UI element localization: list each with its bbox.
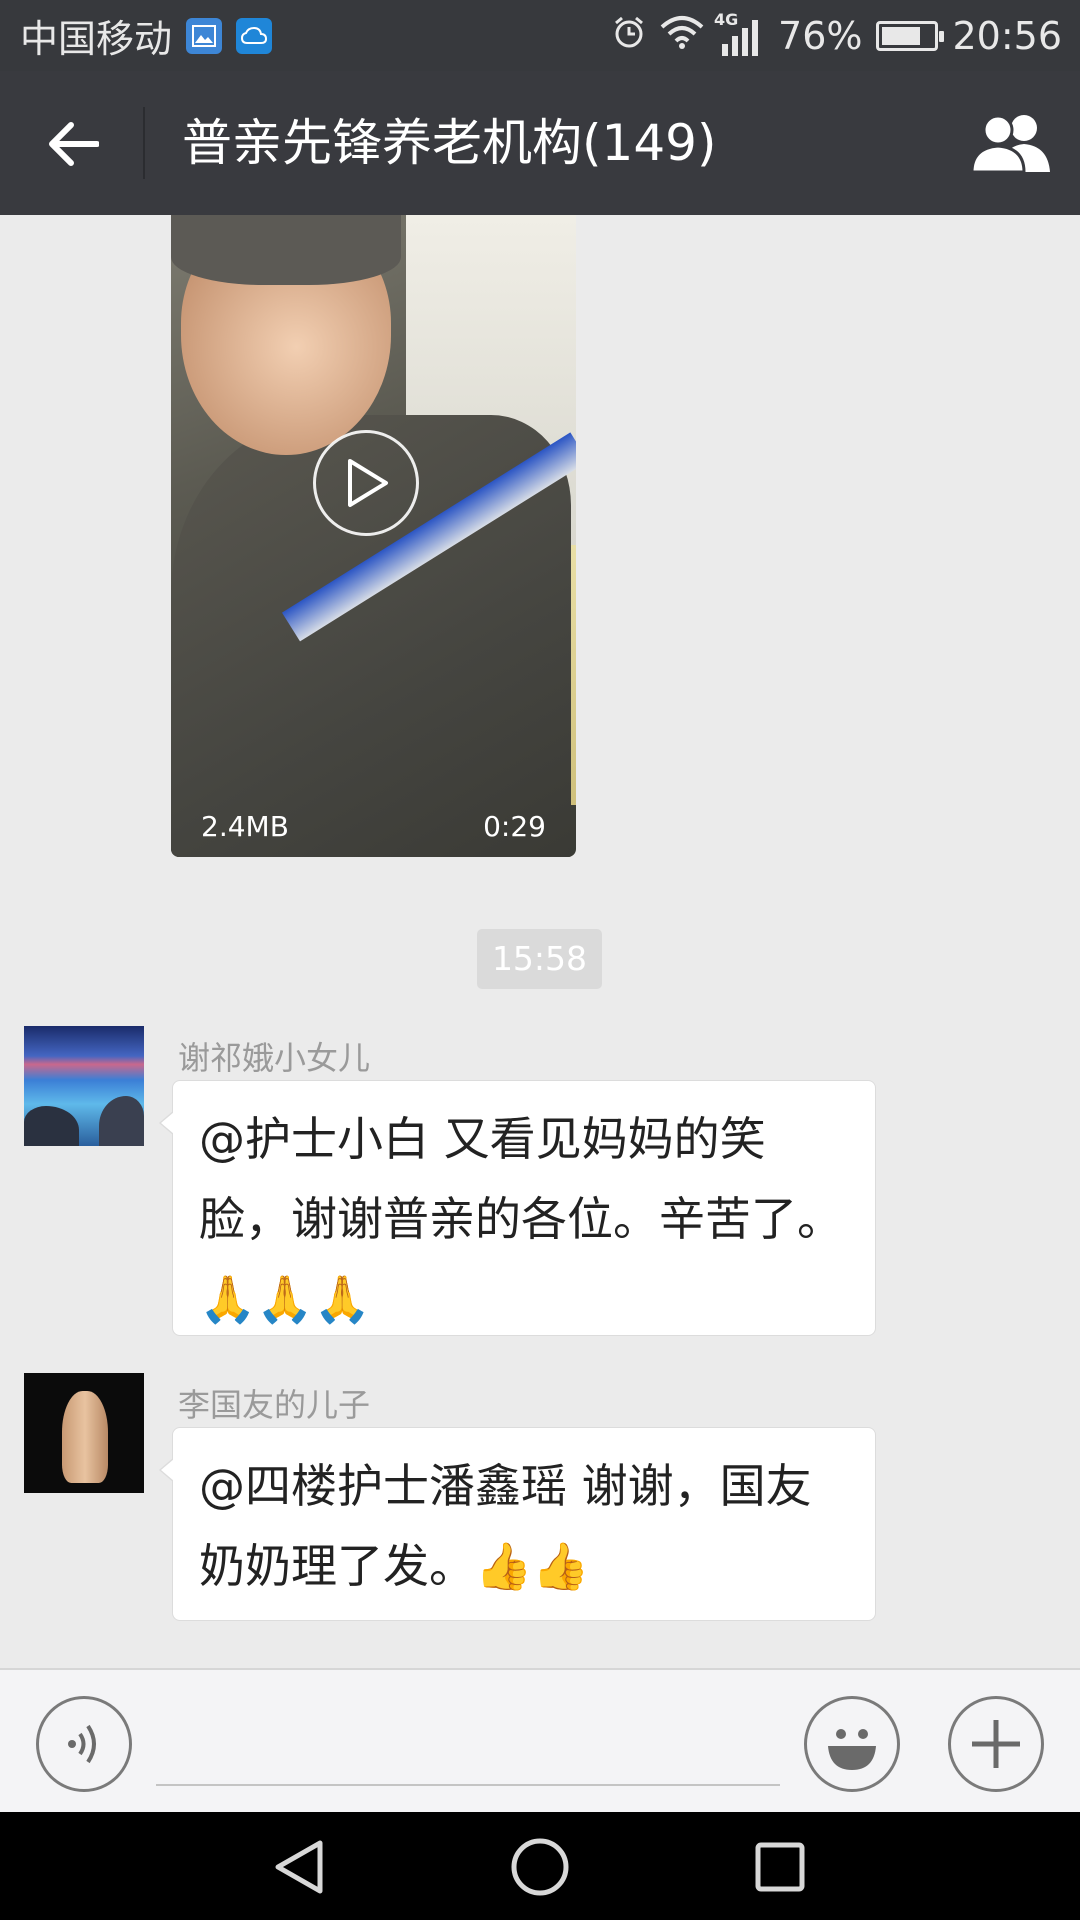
more-button[interactable] — [948, 1696, 1044, 1792]
square-recents-icon — [755, 1842, 805, 1892]
emoji-icon — [828, 1729, 876, 1770]
avatar[interactable] — [24, 1373, 144, 1493]
video-message[interactable]: 2.4MB 0:29 — [171, 215, 576, 857]
input-bar — [0, 1668, 1080, 1812]
voice-button[interactable] — [36, 1696, 132, 1792]
wifi-icon — [660, 14, 704, 58]
battery-icon — [876, 20, 945, 51]
status-bar: 中国移动 4G 76% 20:56 — [0, 0, 1080, 71]
nav-home-button[interactable] — [505, 1832, 575, 1902]
alarm-icon — [612, 14, 646, 58]
avatar-rock — [99, 1096, 144, 1146]
gallery-notification-icon — [186, 17, 223, 54]
battery-level — [882, 26, 921, 45]
sender-name: 李国友的儿子 — [178, 1386, 371, 1424]
play-button[interactable] — [313, 430, 419, 536]
circle-home-icon — [511, 1838, 569, 1896]
status-left: 中国移动 — [20, 0, 273, 71]
message-bubble[interactable]: @四楼护士潘鑫瑶 谢谢，国友奶奶理了发。👍👍 — [159, 1427, 876, 1621]
message-input[interactable] — [156, 1710, 780, 1786]
message-text: @四楼护士潘鑫瑶 谢谢，国友奶奶理了发。👍👍 — [199, 1459, 812, 1593]
arrow-left-icon — [49, 122, 99, 166]
carrier-name: 中国移动 — [20, 17, 173, 61]
video-thumbnail-hair — [171, 215, 401, 285]
avatar-rock — [24, 1106, 79, 1146]
nav-back-button[interactable] — [265, 1832, 335, 1902]
group-info-button[interactable] — [966, 101, 1056, 185]
nav-recents-button[interactable] — [745, 1832, 815, 1902]
message-timestamp: 15:58 — [477, 929, 602, 989]
avatar-praying-hands — [62, 1391, 108, 1483]
sender-name: 谢祁娥小女儿 — [178, 1039, 371, 1077]
avatar[interactable] — [24, 1026, 144, 1146]
signal-icon: 4G — [714, 10, 764, 58]
message-bubble[interactable]: @护士小白 又看见妈妈的笑脸，谢谢普亲的各位。辛苦了。🙏🙏🙏 — [159, 1080, 876, 1336]
back-button[interactable] — [28, 99, 118, 189]
message-text: @护士小白 又看见妈妈的笑脸，谢谢普亲的各位。辛苦了。🙏🙏🙏 — [199, 1112, 843, 1326]
cloud-notification-icon — [236, 17, 273, 54]
triangle-back-icon — [275, 1840, 323, 1894]
title-divider — [143, 107, 145, 179]
play-icon — [348, 459, 388, 507]
video-duration: 0:29 — [483, 810, 546, 843]
status-right: 4G 76% 20:56 — [612, 0, 1062, 71]
emoji-button[interactable] — [804, 1696, 900, 1792]
plus-icon — [972, 1720, 1020, 1768]
chat-title: 普亲先锋养老机构(149) — [182, 114, 717, 172]
navigation-bar — [0, 1812, 1080, 1920]
group-members-icon — [970, 114, 1050, 174]
clock: 20:56 — [952, 13, 1062, 58]
video-size: 2.4MB — [201, 810, 289, 843]
battery-percent: 76% — [778, 13, 863, 58]
voice-icon — [68, 1724, 96, 1764]
title-bar: 普亲先锋养老机构(149) — [0, 71, 1080, 215]
